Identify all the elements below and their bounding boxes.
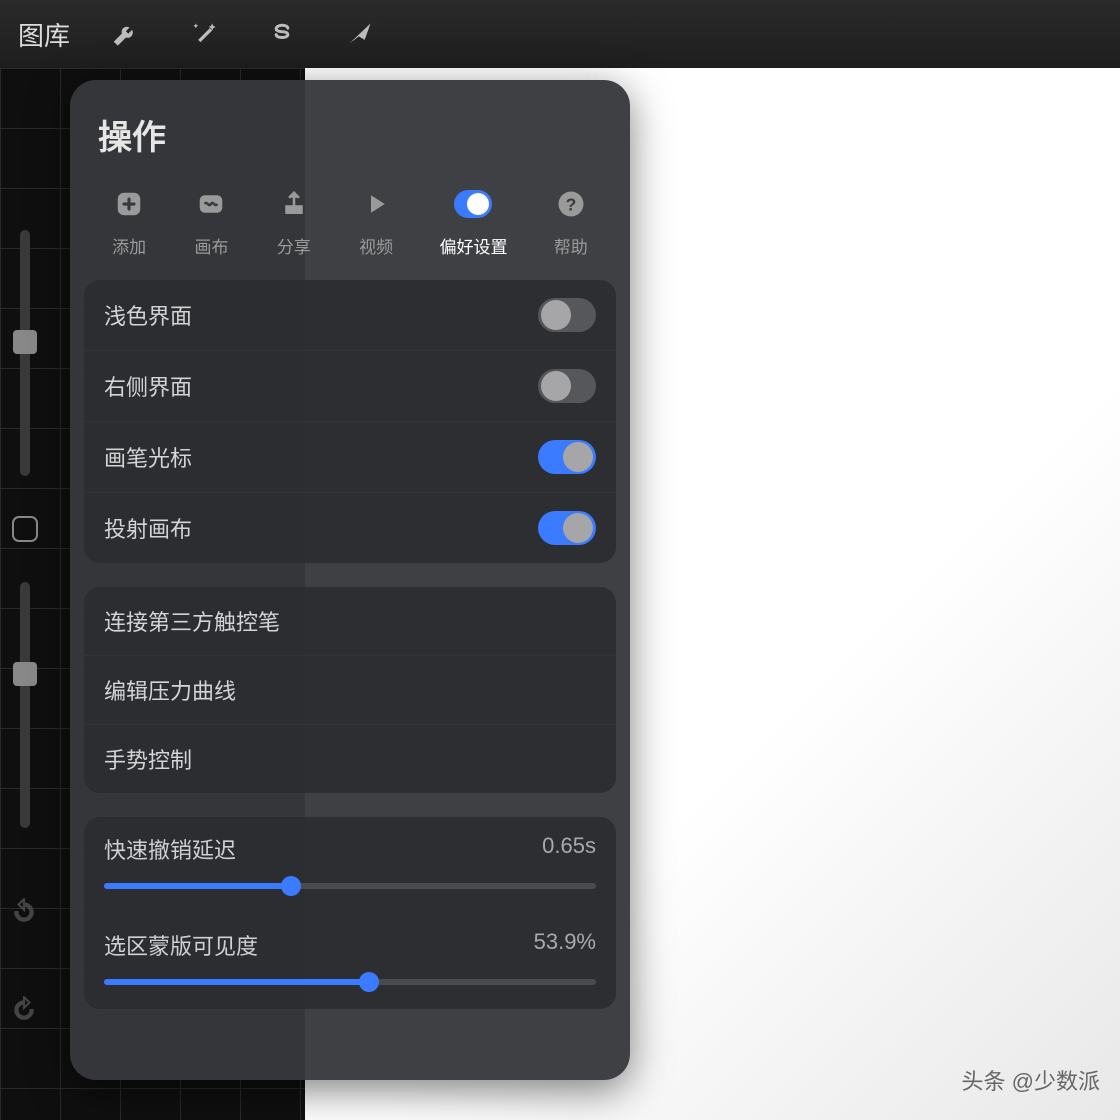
tab-add[interactable]: 添加	[110, 185, 148, 258]
toggle-label: 浅色界面	[104, 299, 192, 331]
slider-label: 快速撤销延迟	[104, 833, 236, 865]
link-stylus[interactable]: 连接第三方触控笔	[84, 587, 616, 655]
right-ui-toggle[interactable]	[538, 369, 596, 403]
link-gesture[interactable]: 手势控制	[84, 724, 616, 793]
tab-help[interactable]: ? 帮助	[552, 185, 590, 258]
slider-mask-visibility: 选区蒙版可见度 53.9%	[84, 913, 616, 1009]
wrench-icon[interactable]	[104, 12, 148, 56]
actions-panel: 操作 添加 画布 分享 视频 偏好设置 ? 帮助 浅色界面 右侧界面	[70, 80, 630, 1080]
toggle-label: 投射画布	[104, 512, 192, 544]
tab-label: 画布	[194, 233, 228, 258]
modifier-button[interactable]	[12, 516, 38, 542]
panel-tabs: 添加 画布 分享 视频 偏好设置 ? 帮助	[70, 177, 630, 280]
redo-button[interactable]	[11, 996, 39, 1024]
topbar: 图库	[0, 0, 1120, 68]
link-pressure[interactable]: 编辑压力曲线	[84, 655, 616, 724]
toggle-row-brush-cursor: 画笔光标	[84, 421, 616, 492]
tab-video[interactable]: 视频	[357, 185, 395, 258]
undo-button[interactable]	[11, 898, 39, 926]
toggle-label: 右侧界面	[104, 370, 192, 402]
slider-label: 选区蒙版可见度	[104, 929, 258, 961]
project-canvas-toggle[interactable]	[538, 511, 596, 545]
link-group: 连接第三方触控笔 编辑压力曲线 手势控制	[84, 587, 616, 793]
mask-visibility-slider[interactable]	[104, 979, 596, 985]
toggle-label: 画笔光标	[104, 441, 192, 473]
toggle-row-light-ui: 浅色界面	[84, 280, 616, 350]
gallery-button[interactable]: 图库	[18, 16, 70, 53]
tab-label: 视频	[359, 233, 393, 258]
slider-value: 0.65s	[542, 833, 596, 865]
canvas-icon	[192, 185, 230, 223]
toggle-row-right-ui: 右侧界面	[84, 350, 616, 421]
toggle-row-project-canvas: 投射画布	[84, 492, 616, 563]
tab-share[interactable]: 分享	[275, 185, 313, 258]
toggle-icon	[454, 185, 492, 223]
brush-cursor-toggle[interactable]	[538, 440, 596, 474]
light-ui-toggle[interactable]	[538, 298, 596, 332]
tab-prefs[interactable]: 偏好设置	[439, 185, 507, 258]
tab-label: 偏好设置	[439, 233, 507, 258]
add-icon	[110, 185, 148, 223]
slider-undo-delay: 快速撤销延迟 0.65s	[84, 817, 616, 913]
arrow-icon[interactable]	[338, 12, 382, 56]
opacity-slider[interactable]	[20, 582, 30, 828]
brush-size-slider[interactable]	[20, 230, 30, 476]
tab-label: 帮助	[554, 233, 588, 258]
svg-text:?: ?	[565, 194, 576, 214]
magic-wand-icon[interactable]	[182, 12, 226, 56]
slider-value: 53.9%	[534, 929, 596, 961]
left-sidebar	[0, 230, 50, 1024]
tab-canvas[interactable]: 画布	[192, 185, 230, 258]
toggle-group: 浅色界面 右侧界面 画笔光标 投射画布	[84, 280, 616, 563]
panel-title: 操作	[70, 110, 630, 177]
tab-label: 添加	[112, 233, 146, 258]
undo-delay-slider[interactable]	[104, 883, 596, 889]
watermark: 头条 @少数派	[962, 1064, 1100, 1096]
play-icon	[357, 185, 395, 223]
tab-label: 分享	[277, 233, 311, 258]
slider-group: 快速撤销延迟 0.65s 选区蒙版可见度 53.9%	[84, 817, 616, 1009]
share-icon	[275, 185, 313, 223]
s-icon[interactable]	[260, 12, 304, 56]
help-icon: ?	[552, 185, 590, 223]
